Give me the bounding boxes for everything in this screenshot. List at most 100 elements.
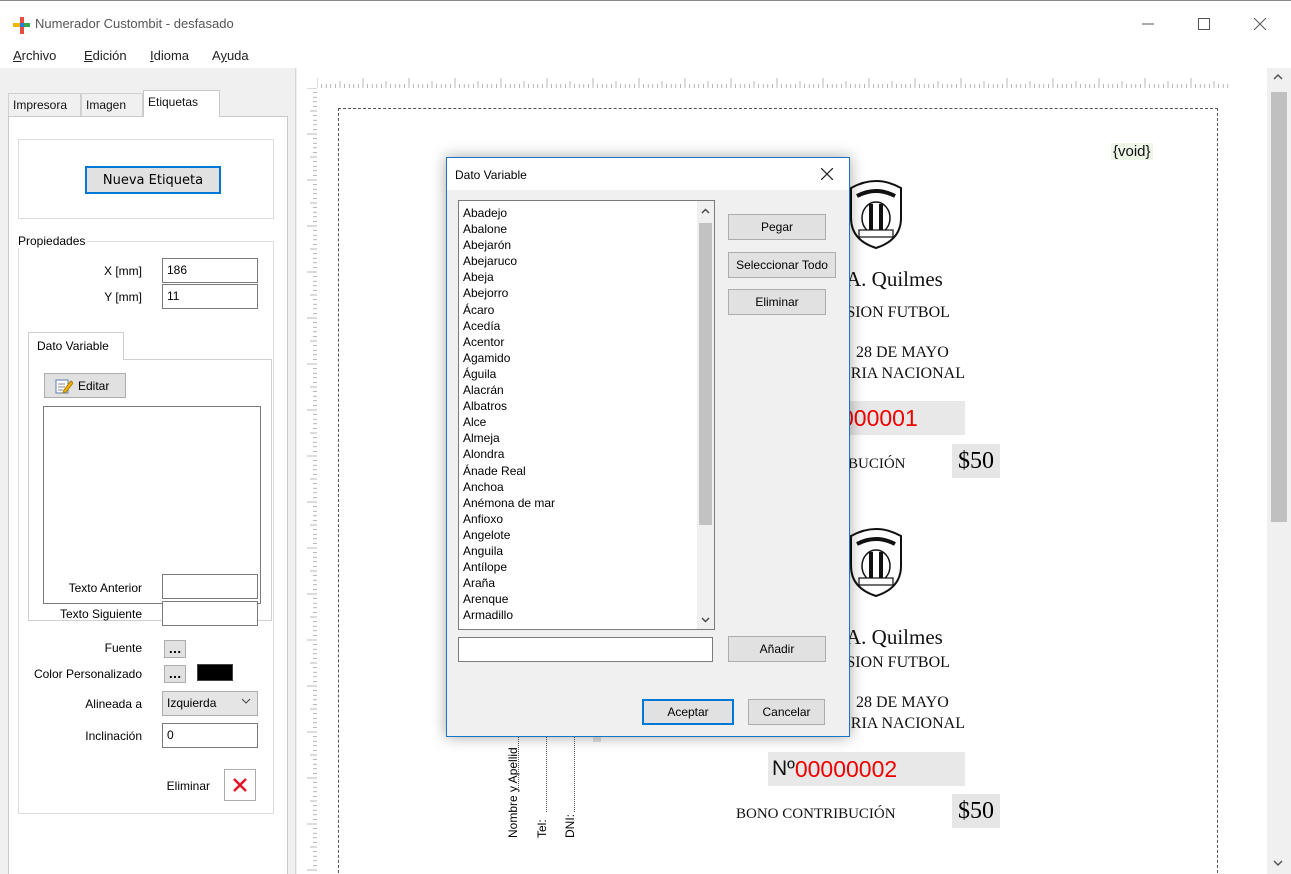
custom-color-label: Color Personalizado [33,667,142,681]
minimize-button[interactable] [1128,9,1168,39]
align-select[interactable]: Izquierda [162,691,258,716]
font-picker-button[interactable]: ... [164,640,186,658]
list-item[interactable]: Acedía [463,318,555,334]
ticket2-number-prefix: Nº [772,757,795,780]
slant-input[interactable]: 0 [162,723,258,748]
ticket1-division[interactable]: ISION FUTBOL [841,304,950,322]
tab-etiquetas[interactable]: Etiquetas [143,90,220,117]
maximize-button[interactable] [1184,9,1224,39]
stub-tel-label[interactable]: Tel: [535,819,549,838]
list-item[interactable]: Abejarón [463,237,555,253]
ticket1-price[interactable]: $50 [952,444,1000,478]
tab-impresora[interactable]: Impresora [8,93,81,116]
paste-button[interactable]: Pegar [728,214,826,240]
list-item[interactable]: Alondra [463,446,555,462]
list-item[interactable]: Abalone [463,221,555,237]
menu-idioma[interactable]: Idioma [150,48,189,63]
menu-archivo[interactable]: Archivo [13,48,56,63]
prev-text-input[interactable] [162,574,258,599]
list-item[interactable]: Arenque [463,591,555,607]
ticket2-price[interactable]: $50 [952,794,1000,828]
scroll-up-icon[interactable] [1272,72,1284,85]
list-scroll-down-icon[interactable] [700,615,711,627]
x-label: X [mm] [104,264,142,278]
list-item[interactable]: Alce [463,414,555,430]
ticket2-number: 00000002 [794,755,898,782]
next-text-label: Texto Siguiente [59,607,142,621]
x-input[interactable]: 186 [162,258,258,283]
list-item[interactable]: Anémona de mar [463,495,555,511]
y-label: Y [mm] [104,290,142,304]
close-icon [1254,18,1266,30]
align-select-value: Izquierda [167,696,217,710]
list-item[interactable]: Antílope [463,559,555,575]
ticket2-date[interactable]: 28 DE MAYO [856,694,949,712]
new-label-group: Nueva Etiqueta [18,139,274,219]
cancel-button[interactable]: Cancelar [748,699,825,725]
next-text-input[interactable] [162,601,258,626]
edit-button[interactable]: Editar [44,373,126,398]
ticket1-club[interactable]: A. Quilmes [846,267,943,292]
dialog-title-bar: Dato Variable [447,158,849,190]
stub-tel-line [546,732,547,812]
tab-dato-variable[interactable]: Dato Variable [28,332,124,360]
list-item[interactable]: Albatros [463,398,555,414]
stub-dni-label[interactable]: DNI: [563,814,577,838]
list-item[interactable]: Abejaruco [463,253,555,269]
document-scrollbar[interactable] [1267,68,1291,874]
scroll-down-icon[interactable] [1272,858,1284,871]
listbox-scroll-thumb[interactable] [699,223,712,525]
color-picker-button[interactable]: ... [164,665,186,683]
add-item-input[interactable] [458,637,713,662]
variable-listbox[interactable]: Abadejo Abalone Abejarón Abejaruco Abeja Abej… [458,200,715,630]
list-item[interactable]: Anchoa [463,479,555,495]
left-panel: Impresora Imagen Etiquetas Nueva Etiquet… [0,68,296,874]
ticket2-club[interactable]: A. Quilmes [846,625,943,650]
select-all-button[interactable]: Seleccionar Todo [728,252,836,278]
list-item[interactable]: Abeja [463,269,555,285]
list-item[interactable]: Anfioxo [463,511,555,527]
scrollbar-thumb[interactable] [1271,92,1287,522]
app-logo-icon [13,17,30,34]
add-button[interactable]: Añadir [728,636,826,662]
club-crest-icon [850,180,902,250]
ticket2-division[interactable]: ISION FUTBOL [841,654,950,672]
list-item[interactable]: Ánade Real [463,463,555,479]
y-input[interactable]: 11 [162,284,258,309]
list-item[interactable]: Alacrán [463,382,555,398]
ticket1-date[interactable]: 28 DE MAYO [856,344,949,362]
list-item[interactable]: Abadejo [463,205,555,221]
ticket2-number-box[interactable]: Nº 00000002 [768,752,965,786]
void-tag[interactable]: {void} [1111,143,1153,160]
ticket1-lottery[interactable]: ERIA NACIONAL [841,365,965,383]
list-item[interactable]: Angelote [463,527,555,543]
delete-label-button[interactable] [224,769,256,801]
list-item[interactable]: Araña [463,575,555,591]
list-item[interactable]: Almeja [463,430,555,446]
list-item[interactable]: Agamido [463,350,555,366]
list-item[interactable]: Armadillo [463,607,555,623]
list-item[interactable]: Acentor [463,334,555,350]
tab-imagen[interactable]: Imagen [81,93,143,116]
ticket2-lottery[interactable]: ERIA NACIONAL [841,715,965,733]
ok-button[interactable]: Aceptar [642,699,734,725]
list-item[interactable]: Anguila [463,543,555,559]
list-item[interactable]: Ácaro [463,302,555,318]
ticket2-bono[interactable]: BONO CONTRIBUCIÓN [736,806,896,823]
close-window-button[interactable] [1240,9,1280,39]
left-ruler [307,88,317,871]
stub-dni-line [574,732,575,812]
minimize-icon [1142,23,1154,25]
list-item[interactable]: Águila [463,366,555,382]
new-label-button[interactable]: Nueva Etiqueta [85,166,221,194]
menu-ayuda[interactable]: Ayuda [212,48,249,63]
list-item[interactable]: Abejorro [463,285,555,301]
ticket1-number-box[interactable]: 000001 [837,401,965,435]
menu-edicion[interactable]: Edición [84,48,127,63]
dialog-close-button[interactable] [817,164,837,184]
listbox-scrollbar[interactable] [697,201,714,629]
stub-name-line [518,732,519,792]
list-scroll-up-icon[interactable] [700,207,711,219]
dialog-delete-button[interactable]: Eliminar [728,289,826,315]
edit-pencil-icon [55,378,74,394]
